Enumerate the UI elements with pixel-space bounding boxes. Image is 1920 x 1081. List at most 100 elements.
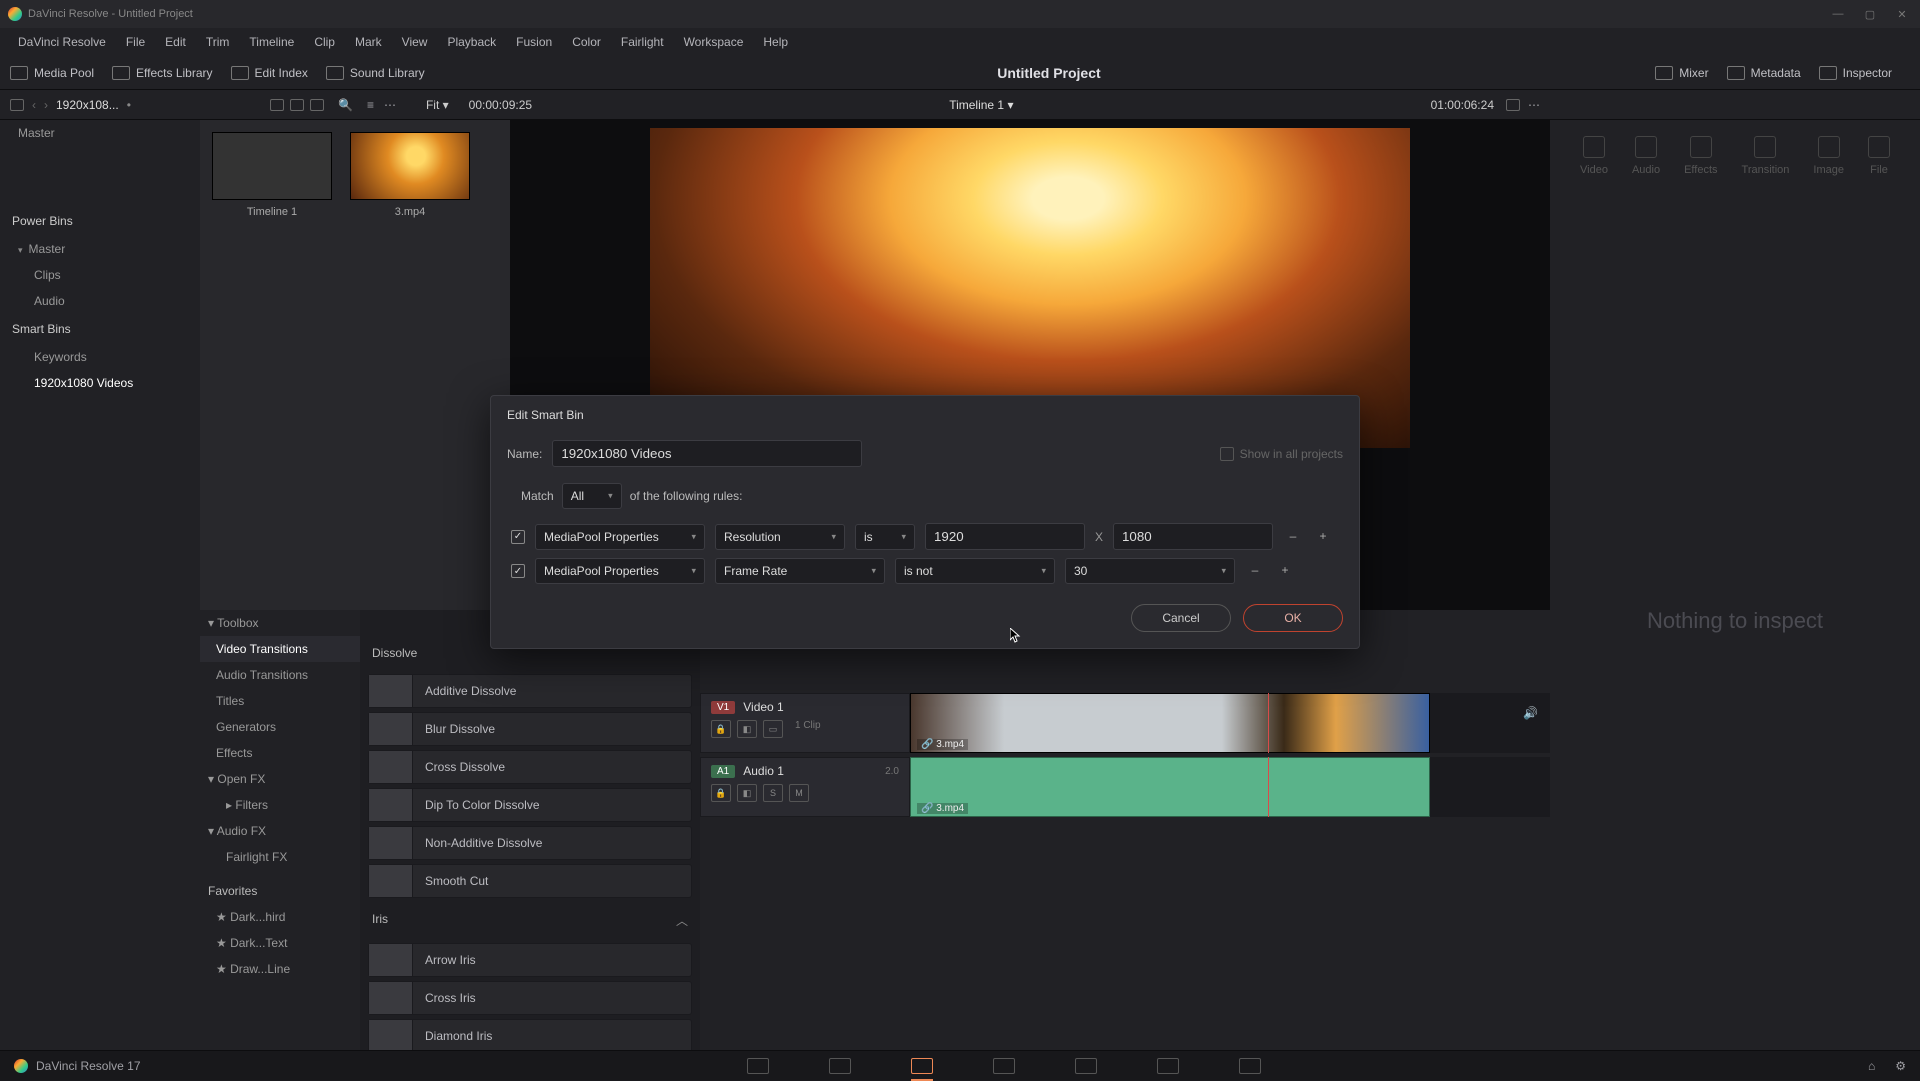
rule-op-select[interactable]: is not (895, 558, 1055, 584)
nav-media-page[interactable] (747, 1058, 769, 1074)
maximize-button[interactable]: ▢ (1860, 4, 1880, 24)
show-all-checkbox[interactable] (1220, 447, 1234, 461)
fx-dip-to-color[interactable]: Dip To Color Dissolve (368, 788, 692, 822)
search-icon[interactable]: 🔍 (338, 98, 353, 112)
toolbox-effects[interactable]: Effects (200, 740, 360, 766)
power-bin-clips[interactable]: Clips (0, 262, 200, 288)
video-clip[interactable]: 🔗 3.mp4 (910, 693, 1430, 753)
nav-deliver-page[interactable] (1239, 1058, 1261, 1074)
add-rule-button[interactable]: + (1275, 561, 1295, 581)
solo-button[interactable]: S (763, 784, 783, 802)
inspector-tab-image[interactable]: Image (1813, 136, 1844, 176)
fx-non-additive[interactable]: Non-Additive Dissolve (368, 826, 692, 860)
inspector-tab-file[interactable]: File (1868, 136, 1890, 176)
inspector-tab-transition[interactable]: Transition (1742, 136, 1790, 176)
bin-list-icon[interactable] (10, 99, 24, 111)
cancel-button[interactable]: Cancel (1131, 604, 1231, 632)
mixer-toggle[interactable]: Mixer (1655, 66, 1708, 80)
viewer-more-icon[interactable]: ⋯ (1528, 98, 1540, 112)
video-track-lane[interactable]: 🔗 3.mp4 (910, 693, 1550, 753)
audio-track-header[interactable]: A1Audio 12.0 🔒 ◧ S M (700, 757, 910, 817)
edit-index-toggle[interactable]: Edit Index (231, 66, 308, 80)
lock-icon[interactable]: 🔒 (711, 784, 731, 802)
menu-playback[interactable]: Playback (437, 35, 506, 49)
power-bin-master[interactable]: Master (0, 236, 200, 262)
video-track-header[interactable]: V1Video 1 🔒 ◧ ▭ 1 Clip (700, 693, 910, 753)
power-bin-audio[interactable]: Audio (0, 288, 200, 314)
inspector-tab-effects[interactable]: Effects (1684, 136, 1717, 176)
more-icon[interactable]: ⋯ (384, 98, 396, 112)
toolbox-filters[interactable]: ▸ Filters (200, 792, 360, 818)
nav-color-page[interactable] (1075, 1058, 1097, 1074)
effects-library-toggle[interactable]: Effects Library (112, 66, 212, 80)
add-rule-button[interactable]: + (1313, 527, 1333, 547)
favorite-item[interactable]: ★ Draw...Line (200, 956, 360, 982)
fx-diamond-iris[interactable]: Diamond Iris (368, 1019, 692, 1050)
menu-mark[interactable]: Mark (345, 35, 392, 49)
close-button[interactable]: ✕ (1892, 4, 1912, 24)
menu-file[interactable]: File (116, 35, 155, 49)
pool-item-timeline[interactable]: Timeline 1 (212, 132, 332, 288)
metadata-toggle[interactable]: Metadata (1727, 66, 1801, 80)
lock-icon[interactable]: 🔒 (711, 720, 731, 738)
inspector-toggle[interactable]: Inspector (1819, 66, 1892, 80)
smart-bin-keywords[interactable]: Keywords (0, 344, 200, 370)
toolbox-titles[interactable]: Titles (200, 688, 360, 714)
playhead[interactable] (1268, 757, 1269, 817)
nav-cut-page[interactable] (829, 1058, 851, 1074)
toolbox-generators[interactable]: Generators (200, 714, 360, 740)
home-icon[interactable]: ⌂ (1868, 1059, 1875, 1073)
rule-op-select[interactable]: is (855, 524, 915, 550)
rule-group-select[interactable]: MediaPool Properties (535, 524, 705, 550)
smart-bin-name-input[interactable] (552, 440, 862, 467)
track-enable-icon[interactable]: ▭ (763, 720, 783, 738)
rule-width-input[interactable] (925, 523, 1085, 550)
toolbox-audiofx[interactable]: ▾ Audio FX (200, 818, 360, 844)
settings-icon[interactable]: ⚙ (1895, 1059, 1906, 1073)
menu-davinci[interactable]: DaVinci Resolve (8, 35, 116, 49)
remove-rule-button[interactable]: – (1283, 527, 1303, 547)
auto-select-icon[interactable]: ◧ (737, 720, 757, 738)
inspector-tab-video[interactable]: Video (1580, 136, 1608, 176)
inspector-tab-audio[interactable]: Audio (1632, 136, 1660, 176)
view-list-icon[interactable] (310, 99, 324, 111)
rule-field-select[interactable]: Resolution (715, 524, 845, 550)
menu-timeline[interactable]: Timeline (239, 35, 304, 49)
nav-edit-page[interactable] (911, 1058, 933, 1074)
menu-edit[interactable]: Edit (155, 35, 196, 49)
remove-rule-button[interactable]: – (1245, 561, 1265, 581)
fx-blur-dissolve[interactable]: Blur Dissolve (368, 712, 692, 746)
menu-trim[interactable]: Trim (196, 35, 240, 49)
rule-value-select[interactable]: 30 (1065, 558, 1235, 584)
nav-back-icon[interactable]: ‹ (32, 98, 36, 112)
speaker-icon[interactable]: 🔊 (1523, 706, 1538, 720)
menu-fairlight[interactable]: Fairlight (611, 35, 674, 49)
sort-icon[interactable]: ≡ (367, 98, 374, 112)
sound-library-toggle[interactable]: Sound Library (326, 66, 425, 80)
rule-height-input[interactable] (1113, 523, 1273, 550)
fx-arrow-iris[interactable]: Arrow Iris (368, 943, 692, 977)
bypass-icon[interactable] (1506, 99, 1520, 111)
mute-button[interactable]: M (789, 784, 809, 802)
toolbox-openfx[interactable]: ▾ Open FX (200, 766, 360, 792)
rule-field-select[interactable]: Frame Rate (715, 558, 885, 584)
menu-workspace[interactable]: Workspace (674, 35, 754, 49)
toolbox-video-transitions[interactable]: Video Transitions (200, 636, 360, 662)
fx-cross-iris[interactable]: Cross Iris (368, 981, 692, 1015)
auto-select-icon[interactable]: ◧ (737, 784, 757, 802)
nav-fusion-page[interactable] (993, 1058, 1015, 1074)
fit-dropdown[interactable]: Fit ▾ (426, 98, 449, 112)
nav-fairlight-page[interactable] (1157, 1058, 1179, 1074)
rule-enable-checkbox[interactable]: ✓ (511, 564, 525, 578)
media-pool-toggle[interactable]: Media Pool (10, 66, 94, 80)
nav-fwd-icon[interactable]: › (44, 98, 48, 112)
rule-enable-checkbox[interactable]: ✓ (511, 530, 525, 544)
bin-master[interactable]: Master (0, 120, 200, 146)
menu-color[interactable]: Color (562, 35, 611, 49)
toolbox-audio-transitions[interactable]: Audio Transitions (200, 662, 360, 688)
audio-clip[interactable]: 🔗 3.mp4 (910, 757, 1430, 817)
fx-additive-dissolve[interactable]: Additive Dissolve (368, 674, 692, 708)
view-grid-icon[interactable] (290, 99, 304, 111)
minimize-button[interactable]: — (1828, 4, 1848, 24)
smart-bin-1920x1080[interactable]: 1920x1080 Videos (0, 370, 200, 396)
